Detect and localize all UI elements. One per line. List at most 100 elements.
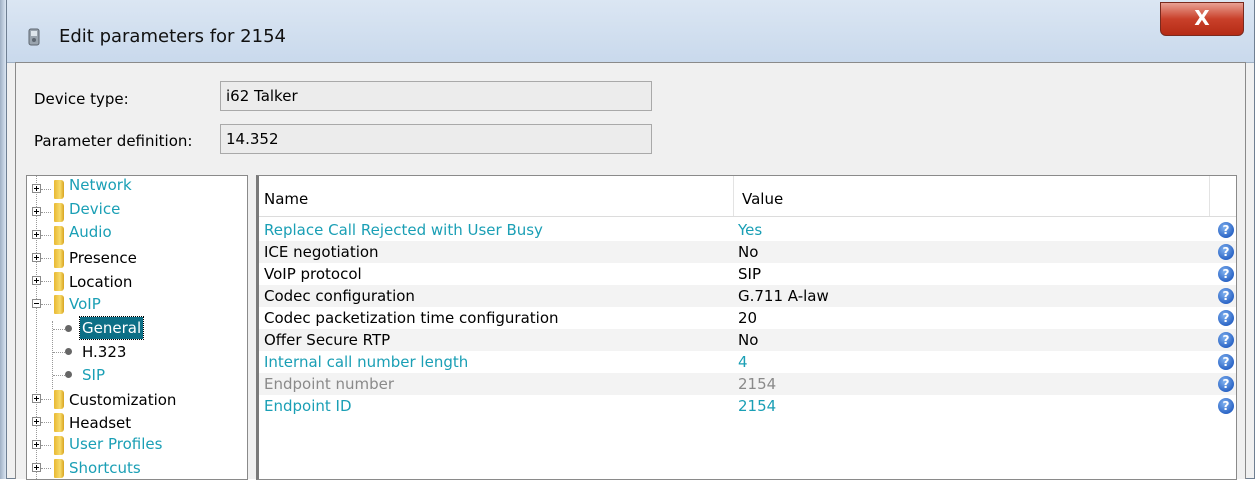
row-name: Replace Call Rejected with User Busy bbox=[264, 221, 543, 239]
row-value[interactable]: No bbox=[738, 241, 758, 263]
tree-line bbox=[41, 235, 51, 236]
tree-item-label: Device bbox=[69, 200, 121, 218]
parameter-definition-field[interactable]: 14.352 bbox=[220, 124, 652, 154]
parameter-definition-label: Parameter definition: bbox=[34, 132, 193, 150]
help-icon[interactable]: ? bbox=[1218, 244, 1234, 260]
row-value[interactable]: 2154 bbox=[738, 395, 776, 417]
tree-item-location[interactable]: Location bbox=[27, 270, 247, 292]
expand-icon[interactable] bbox=[32, 417, 41, 426]
help-icon[interactable]: ? bbox=[1218, 266, 1234, 282]
table-row[interactable]: Replace Call Rejected with User Busy Yes… bbox=[259, 219, 1236, 241]
tree-item-h323[interactable]: H.323 bbox=[27, 340, 247, 362]
expand-icon[interactable] bbox=[32, 463, 41, 472]
row-name: Internal call number length bbox=[264, 353, 469, 371]
table-row[interactable]: VoIP protocol SIP ? bbox=[259, 263, 1236, 285]
title-bar[interactable]: Edit parameters for 2154 X bbox=[7, 0, 1254, 63]
tree-line bbox=[41, 468, 51, 469]
tree-item-customization[interactable]: Customization bbox=[27, 388, 247, 410]
bullet-icon bbox=[65, 325, 72, 332]
tree-line bbox=[41, 189, 51, 190]
help-icon[interactable]: ? bbox=[1218, 376, 1234, 392]
folder-icon bbox=[54, 413, 64, 432]
help-icon[interactable]: ? bbox=[1218, 288, 1234, 304]
column-divider[interactable] bbox=[1209, 176, 1210, 216]
expand-icon[interactable] bbox=[32, 253, 41, 262]
folder-icon bbox=[54, 436, 64, 455]
column-divider[interactable] bbox=[733, 176, 734, 216]
tree-item-device[interactable]: Device bbox=[27, 200, 247, 223]
tree-item-label: Audio bbox=[69, 223, 112, 241]
tree-line bbox=[41, 422, 51, 423]
table-row[interactable]: Codec configuration G.711 A-law ? bbox=[259, 285, 1236, 307]
folder-icon bbox=[54, 180, 64, 199]
tree-item-voip[interactable]: VoIP bbox=[27, 293, 247, 315]
tree-line bbox=[41, 445, 51, 446]
row-value[interactable]: 20 bbox=[738, 307, 757, 329]
tree-line bbox=[41, 399, 51, 400]
table-row[interactable]: Codec packetization time configuration 2… bbox=[259, 307, 1236, 329]
tree-item-general[interactable]: General bbox=[27, 316, 247, 340]
row-name: VoIP protocol bbox=[264, 265, 362, 283]
row-name: ICE negotiation bbox=[264, 243, 379, 261]
row-value[interactable]: G.711 A-law bbox=[738, 285, 829, 307]
tree-line bbox=[41, 212, 51, 213]
table-header: Name Value bbox=[259, 176, 1236, 217]
help-icon[interactable]: ? bbox=[1218, 398, 1234, 414]
help-icon[interactable]: ? bbox=[1218, 310, 1234, 326]
bullet-icon bbox=[65, 348, 72, 355]
tree-item-presence[interactable]: Presence bbox=[27, 247, 247, 269]
column-header-value[interactable]: Value bbox=[742, 190, 783, 208]
help-icon[interactable]: ? bbox=[1218, 354, 1234, 370]
tree-item-label: Location bbox=[69, 273, 133, 291]
expand-icon[interactable] bbox=[32, 184, 41, 193]
column-header-name[interactable]: Name bbox=[264, 190, 308, 208]
table-row[interactable]: Offer Secure RTP No ? bbox=[259, 329, 1236, 351]
close-button[interactable]: X bbox=[1160, 2, 1244, 36]
help-icon[interactable]: ? bbox=[1218, 222, 1234, 238]
tree-item-user-profiles[interactable]: User Profiles bbox=[27, 434, 247, 456]
edit-parameters-window: Edit parameters for 2154 X Device type: … bbox=[6, 0, 1255, 480]
expand-icon[interactable] bbox=[32, 440, 41, 449]
folder-icon bbox=[54, 272, 64, 291]
expand-icon[interactable] bbox=[32, 276, 41, 285]
tree-item-label: H.323 bbox=[82, 343, 127, 361]
app-icon bbox=[28, 28, 40, 46]
table-row[interactable]: Internal call number length 4 ? bbox=[259, 351, 1236, 373]
row-value[interactable]: 4 bbox=[738, 351, 748, 373]
folder-icon bbox=[54, 203, 64, 222]
tree-item-label: SIP bbox=[82, 366, 105, 384]
tree-line bbox=[41, 258, 51, 259]
window-title: Edit parameters for 2154 bbox=[59, 26, 286, 47]
folder-icon bbox=[54, 226, 64, 245]
tree-item-shortcuts[interactable]: Shortcuts bbox=[27, 457, 247, 479]
row-name: Codec packetization time configuration bbox=[264, 309, 559, 327]
parameter-table: Name Value Replace Call Rejected with Us… bbox=[256, 175, 1237, 480]
row-value: 2154 bbox=[738, 375, 777, 393]
row-value[interactable]: SIP bbox=[738, 263, 761, 285]
row-name: Codec configuration bbox=[264, 287, 415, 305]
tree-item-sip[interactable]: SIP bbox=[27, 363, 247, 385]
tree-item-audio[interactable]: Audio bbox=[27, 223, 247, 246]
table-row[interactable]: ICE negotiation No ? bbox=[259, 241, 1236, 263]
expand-icon[interactable] bbox=[32, 394, 41, 403]
tree-item-label: General bbox=[78, 316, 145, 340]
row-value[interactable]: Yes bbox=[738, 219, 762, 241]
folder-icon bbox=[54, 390, 64, 409]
tree-item-label: Shortcuts bbox=[69, 459, 141, 477]
table-row[interactable]: Endpoint ID 2154 ? bbox=[259, 395, 1236, 417]
tree-item-network[interactable]: Network bbox=[27, 176, 247, 200]
tree-item-label: VoIP bbox=[69, 295, 101, 313]
table-row[interactable]: Endpoint number 2154 ? bbox=[259, 373, 1236, 395]
device-type-label: Device type: bbox=[34, 90, 129, 108]
tree-line bbox=[41, 281, 51, 282]
collapse-icon[interactable] bbox=[32, 299, 41, 308]
folder-icon bbox=[54, 249, 64, 268]
expand-icon[interactable] bbox=[32, 207, 41, 216]
device-type-field[interactable]: i62 Talker bbox=[220, 81, 652, 111]
tree-line bbox=[41, 304, 51, 305]
help-icon[interactable]: ? bbox=[1218, 332, 1234, 348]
row-value[interactable]: No bbox=[738, 329, 758, 351]
expand-icon[interactable] bbox=[32, 230, 41, 239]
tree-item-headset[interactable]: Headset bbox=[27, 411, 247, 433]
parameter-tree[interactable]: Network Device Audio Presence Location V… bbox=[26, 175, 248, 480]
